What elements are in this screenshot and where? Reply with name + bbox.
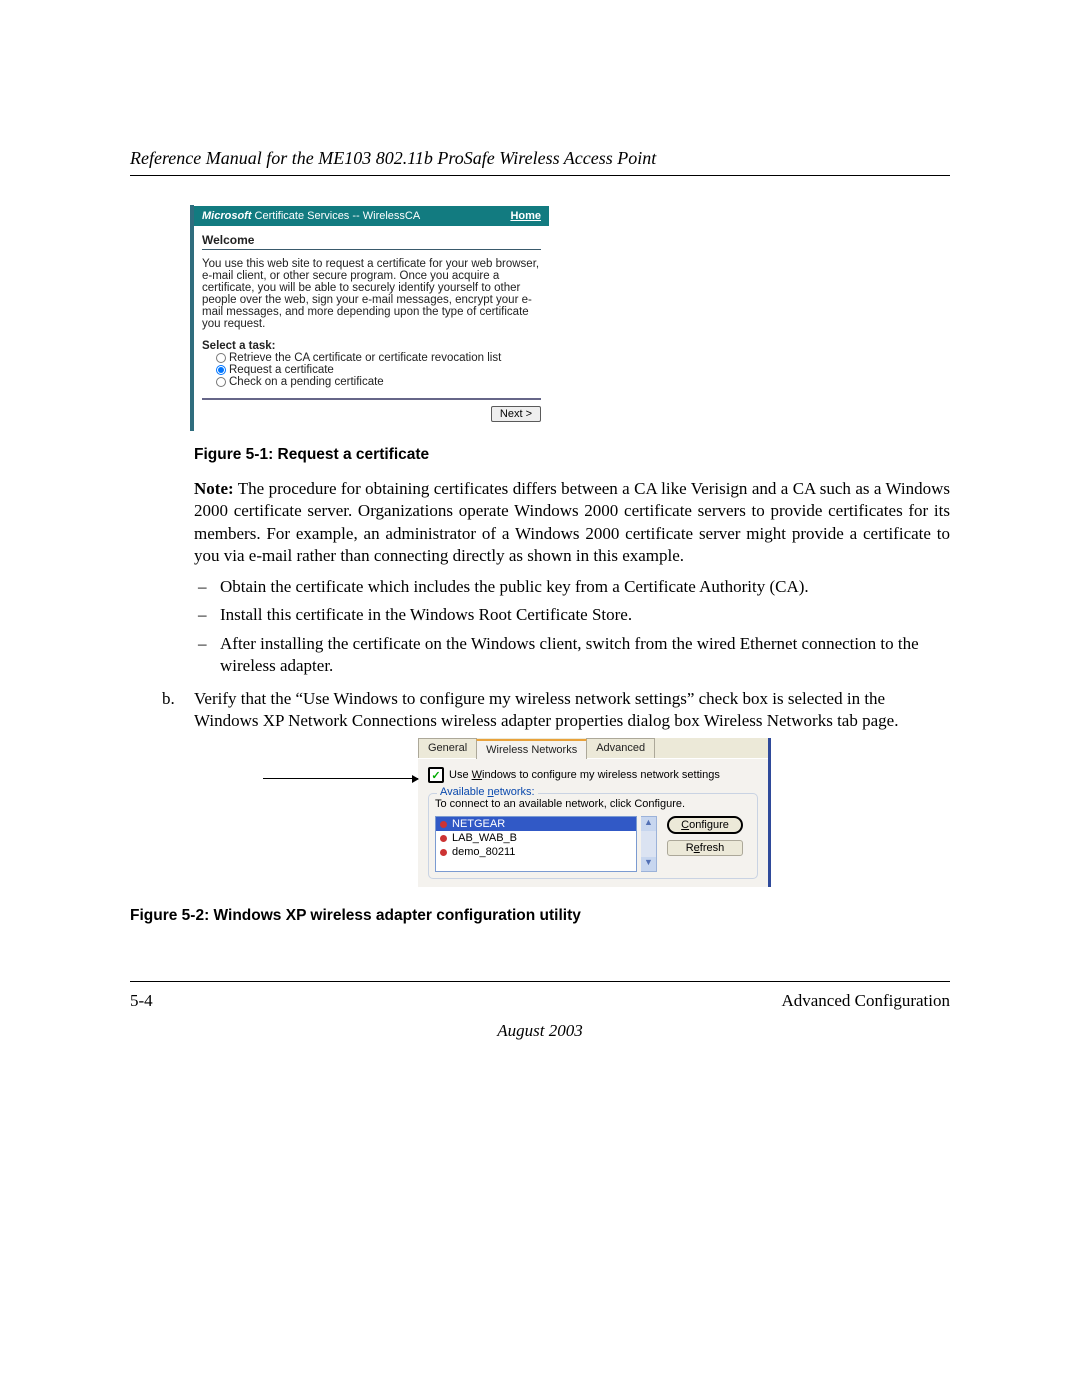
scroll-up-icon[interactable]: ▲ <box>641 817 656 831</box>
cert-radio-request-input[interactable] <box>216 365 226 375</box>
cert-welcome: Welcome <box>202 233 541 247</box>
available-networks-title: Available networks: <box>437 786 538 798</box>
network-label-2: LAB_WAB_B <box>452 832 517 844</box>
cert-header-ms: Microsoft <box>202 210 252 222</box>
cert-radio-check-label: Check on a pending certificate <box>229 376 384 388</box>
network-item-demo[interactable]: demo_80211 <box>436 845 636 859</box>
cert-radio-retrieve-label: Retrieve the CA certificate or certifica… <box>229 352 501 364</box>
configure-button[interactable]: Configure <box>667 816 743 834</box>
cert-intro-text: You use this web site to request a certi… <box>202 258 541 330</box>
cert-radio-check[interactable]: Check on a pending certificate <box>202 376 541 388</box>
cert-left-border <box>190 205 194 431</box>
dash-item-3: After installing the certificate on the … <box>194 633 950 678</box>
use-windows-checkbox-row[interactable]: ✓ Use Windows to configure my wireless n… <box>428 767 758 783</box>
xp-wireless-dialog: General Wireless Networks Advanced ✓ Use… <box>418 738 771 887</box>
tab-wireless-networks[interactable]: Wireless Networks <box>476 739 587 759</box>
cert-radio-retrieve-input[interactable] <box>216 353 226 363</box>
footer-date: August 2003 <box>130 1021 950 1041</box>
callout-arrow <box>263 778 418 779</box>
cert-next-button[interactable]: Next > <box>491 406 541 422</box>
network-label-3: demo_80211 <box>452 846 515 858</box>
dash-list: Obtain the certificate which includes th… <box>194 576 950 678</box>
page-number: 5-4 <box>130 991 153 1011</box>
network-label-1: NETGEAR <box>452 818 505 830</box>
cert-header-rest: Certificate Services -- WirelessCA <box>252 210 421 222</box>
tab-general[interactable]: General <box>418 738 477 758</box>
list-scrollbar[interactable]: ▲ ▼ <box>641 816 657 872</box>
document-title: Reference Manual for the ME103 802.11b P… <box>130 148 950 175</box>
cert-radio-check-input[interactable] <box>216 377 226 387</box>
section-name: Advanced Configuration <box>781 991 950 1011</box>
network-icon <box>440 821 447 828</box>
network-item-labwab[interactable]: LAB_WAB_B <box>436 831 636 845</box>
cert-select-task-label: Select a task: <box>202 340 541 352</box>
refresh-button[interactable]: Refresh <box>667 840 743 856</box>
note-text: The procedure for obtaining certificates… <box>194 479 950 565</box>
network-item-netgear[interactable]: NETGEAR <box>436 817 636 831</box>
cert-divider-2 <box>202 398 541 400</box>
cert-radio-request-label: Request a certificate <box>229 364 334 376</box>
cert-radio-retrieve[interactable]: Retrieve the CA certificate or certifica… <box>202 352 541 364</box>
available-networks-group: Available networks: To connect to an ava… <box>428 793 758 879</box>
figure-1-caption: Figure 5-1: Request a certificate <box>194 446 950 464</box>
note-paragraph: Note: The procedure for obtaining certif… <box>194 478 950 568</box>
cert-divider-1 <box>202 249 541 250</box>
available-networks-list[interactable]: NETGEAR LAB_WAB_B demo_80211 <box>435 816 637 872</box>
scroll-down-icon[interactable]: ▼ <box>641 857 656 871</box>
xp-tabs: General Wireless Networks Advanced <box>418 738 768 759</box>
dash-item-1: Obtain the certificate which includes th… <box>194 576 950 598</box>
footer-rule <box>130 981 950 982</box>
step-b: Verify that the “Use Windows to configur… <box>162 688 950 733</box>
network-icon <box>440 835 447 842</box>
use-windows-checkbox[interactable]: ✓ <box>428 767 444 783</box>
cert-header-title: Microsoft Certificate Services -- Wirele… <box>202 210 420 222</box>
cert-radio-request[interactable]: Request a certificate <box>202 364 541 376</box>
certificate-services-screenshot: Microsoft Certificate Services -- Wirele… <box>194 206 549 430</box>
figure-2-caption: Figure 5-2: Windows XP wireless adapter … <box>130 907 950 925</box>
cert-header: Microsoft Certificate Services -- Wirele… <box>194 206 549 226</box>
title-rule <box>130 175 950 176</box>
cert-body: Welcome You use this web site to request… <box>194 226 549 430</box>
network-icon <box>440 849 447 856</box>
use-windows-checkbox-label: Use Windows to configure my wireless net… <box>449 769 720 781</box>
footer-row: 5-4 Advanced Configuration <box>130 991 950 1011</box>
tab-advanced[interactable]: Advanced <box>586 738 655 758</box>
available-networks-note: To connect to an available network, clic… <box>435 798 751 810</box>
note-label: Note: <box>194 479 234 498</box>
cert-home-link[interactable]: Home <box>510 210 541 222</box>
dash-item-2: Install this certificate in the Windows … <box>194 604 950 626</box>
